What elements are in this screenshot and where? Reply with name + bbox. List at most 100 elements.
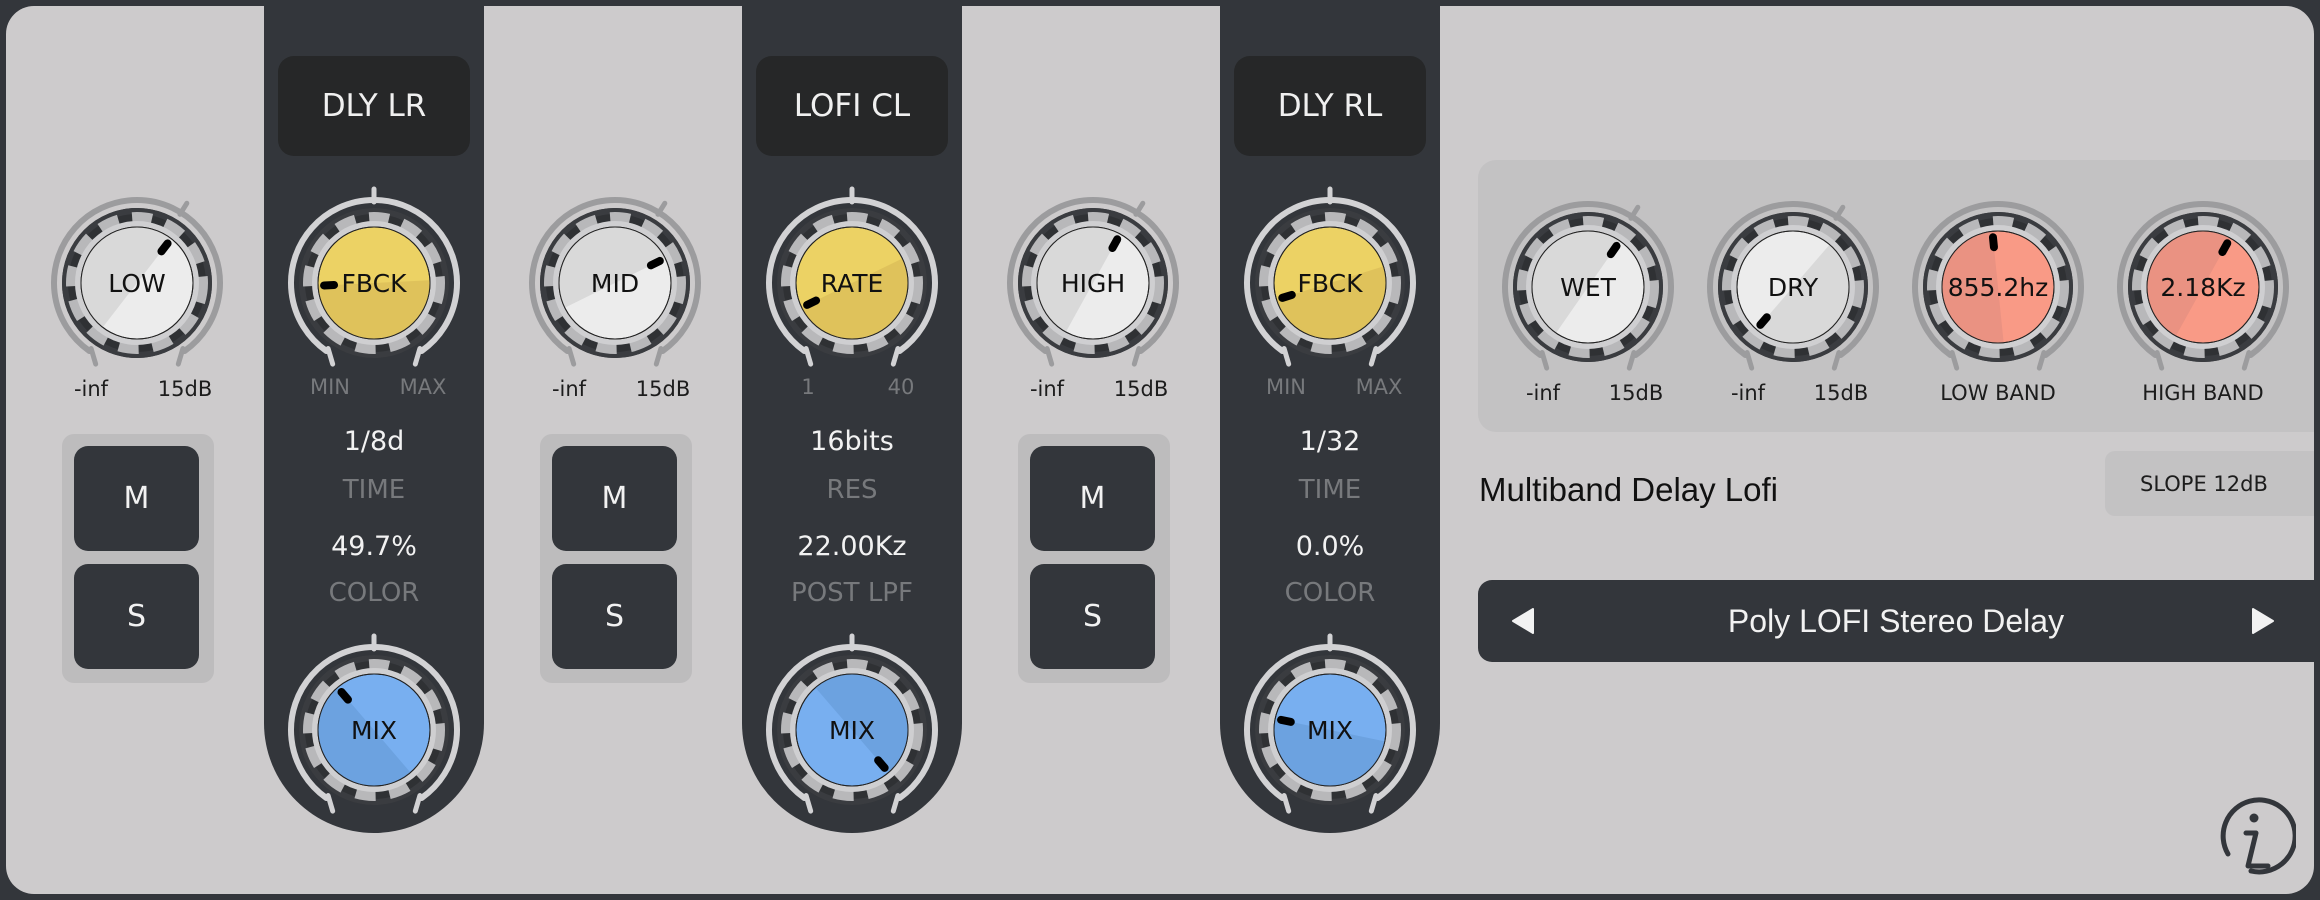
scale-min-label: -inf xyxy=(551,377,587,401)
time-value[interactable]: 1/8d xyxy=(264,426,484,457)
scale-min-label: -inf xyxy=(1525,381,1561,405)
info-icon xyxy=(2220,797,2298,875)
mix-knob[interactable]: MIX xyxy=(765,633,939,817)
knob-graphic xyxy=(1912,201,2084,371)
strip-title: LOFI CL xyxy=(756,56,948,156)
solo-button[interactable]: S xyxy=(1030,564,1155,669)
low-gain-knob[interactable]: LOW xyxy=(50,196,224,370)
wet-knob[interactable]: WET xyxy=(1501,200,1675,374)
high-gain-knob[interactable]: HIGH xyxy=(1006,196,1180,370)
knob-graphic xyxy=(766,633,938,814)
knob-end-tick xyxy=(1281,793,1292,814)
plugin-title: Multiband Delay Lofi xyxy=(1479,471,1778,508)
knob-end-tick xyxy=(2154,350,2165,371)
range-max-label: MAX xyxy=(1355,375,1403,399)
knob-graphic xyxy=(529,197,701,367)
delay-lr-strip: DLY LR FBCK MIN MAX 1/8d TIME 49.7% COLO… xyxy=(264,6,484,833)
mute-button[interactable]: M xyxy=(1030,446,1155,551)
knob-indicator xyxy=(1756,313,1771,329)
range-min-label: 1 xyxy=(801,375,815,399)
mix-knob[interactable]: MIX xyxy=(287,633,461,817)
knob-indicator xyxy=(1108,235,1122,253)
color-caption: COLOR xyxy=(1284,578,1376,608)
color-value[interactable]: 0.0% xyxy=(1220,531,1440,562)
knob-end-tick xyxy=(175,346,186,367)
knob-end-tick xyxy=(325,346,336,367)
knob-indicator xyxy=(874,756,889,772)
scale-max-label: 15dB xyxy=(1813,381,1869,405)
rate-knob[interactable]: RATE xyxy=(765,186,939,370)
mid-gain-knob[interactable]: MID xyxy=(528,196,702,370)
scale-max-label: 15dB xyxy=(157,377,213,401)
solo-button[interactable]: S xyxy=(552,564,677,669)
time-caption: TIME xyxy=(342,475,406,505)
knob-end-tick xyxy=(412,793,423,814)
knob-graphic xyxy=(1244,186,1416,367)
delay-rl-strip: DLY RL FBCK MIN MAX 1/32 TIME 0.0% COLOR… xyxy=(1220,6,1440,833)
knob-end-tick xyxy=(325,793,336,814)
scale-max-label: 15dB xyxy=(1113,377,1169,401)
knob-end-tick xyxy=(88,346,99,367)
mute-solo-group: M S xyxy=(1018,434,1170,683)
slope-button[interactable]: SLOPE 12dB xyxy=(2105,451,2314,516)
mix-knob[interactable]: MIX xyxy=(1243,633,1417,817)
knob-end-tick xyxy=(803,346,814,367)
lofi-strip: LOFI CL RATE 1 40 16bits RES 22.00Kz POS… xyxy=(742,6,962,833)
knob-indicator xyxy=(2218,239,2232,257)
preset-selector: Poly LOFI Stereo Delay xyxy=(1478,580,2314,662)
knob-graphic xyxy=(1007,197,1179,367)
info-button[interactable] xyxy=(2216,796,2298,876)
knob-end-tick xyxy=(890,793,901,814)
resolution-value[interactable]: 16bits xyxy=(742,426,962,457)
mute-button[interactable]: M xyxy=(74,446,199,551)
knob-end-tick xyxy=(1368,346,1379,367)
color-value[interactable]: 49.7% xyxy=(264,531,484,562)
preset-next-button[interactable] xyxy=(2233,580,2293,662)
knob-end-tick xyxy=(1744,350,1755,371)
scale-min-label: -inf xyxy=(1029,377,1065,401)
knob-graphic xyxy=(1707,201,1879,371)
range-min-label: MIN xyxy=(309,375,351,399)
color-caption: COLOR xyxy=(328,578,420,608)
knob-end-tick xyxy=(2241,350,2252,371)
low-band-knob[interactable]: 855.2hz xyxy=(1911,200,2085,374)
strip-title: DLY RL xyxy=(1234,56,1426,156)
dry-knob[interactable]: DRY xyxy=(1706,200,1880,374)
knob-graphic xyxy=(51,197,223,367)
knob-end-tick xyxy=(1539,350,1550,371)
mute-solo-group: M S xyxy=(540,434,692,683)
feedback-knob[interactable]: FBCK xyxy=(287,186,461,370)
post-lpf-value[interactable]: 22.00Kz xyxy=(742,531,962,562)
knob-end-tick xyxy=(1281,346,1292,367)
knob-graphic xyxy=(288,186,460,367)
knob-indicator xyxy=(803,296,821,309)
preset-name[interactable]: Poly LOFI Stereo Delay xyxy=(1478,580,2314,662)
knob-end-tick xyxy=(803,793,814,814)
knob-indicator xyxy=(1988,233,1998,252)
triangle-right-icon xyxy=(2252,608,2274,634)
range-min-label: MIN xyxy=(1265,375,1307,399)
scale-max-label: 15dB xyxy=(1608,381,1664,405)
range-max-label: MAX xyxy=(399,375,447,399)
high-band-caption: HIGH BAND xyxy=(2142,381,2264,405)
mute-solo-group: M S xyxy=(62,434,214,683)
knob-end-tick xyxy=(1626,350,1637,371)
resolution-caption: RES xyxy=(826,475,878,505)
knob-indicator xyxy=(1278,290,1296,302)
knob-graphic xyxy=(1244,633,1416,814)
knob-graphic xyxy=(2117,201,2289,371)
solo-button[interactable]: S xyxy=(74,564,199,669)
knob-graphic xyxy=(288,633,460,814)
time-caption: TIME xyxy=(1298,475,1362,505)
scale-min-label: -inf xyxy=(73,377,109,401)
time-value[interactable]: 1/32 xyxy=(1220,426,1440,457)
high-band-knob[interactable]: 2.18Kz xyxy=(2116,200,2290,374)
mute-button[interactable]: M xyxy=(552,446,677,551)
knob-indicator xyxy=(646,256,664,270)
knob-end-tick xyxy=(1949,350,1960,371)
feedback-knob[interactable]: FBCK xyxy=(1243,186,1417,370)
knob-end-tick xyxy=(1044,346,1055,367)
knob-graphic xyxy=(766,186,938,367)
knob-end-tick xyxy=(890,346,901,367)
low-band-caption: LOW BAND xyxy=(1940,381,2056,405)
